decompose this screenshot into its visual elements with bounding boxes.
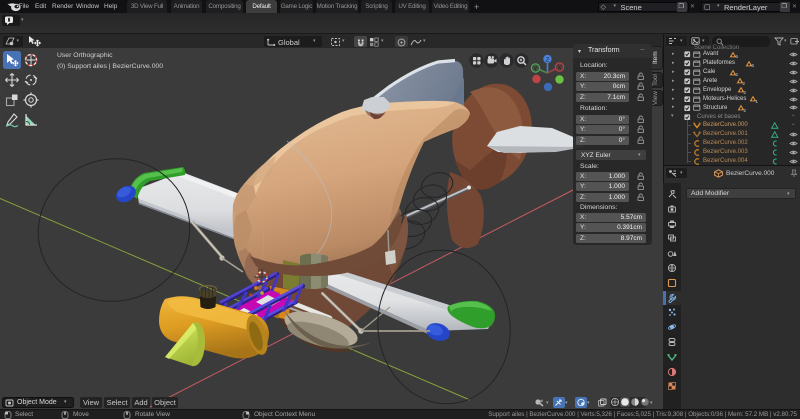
svg-text:X: X (558, 65, 562, 71)
svg-text:Y: Y (534, 66, 538, 72)
